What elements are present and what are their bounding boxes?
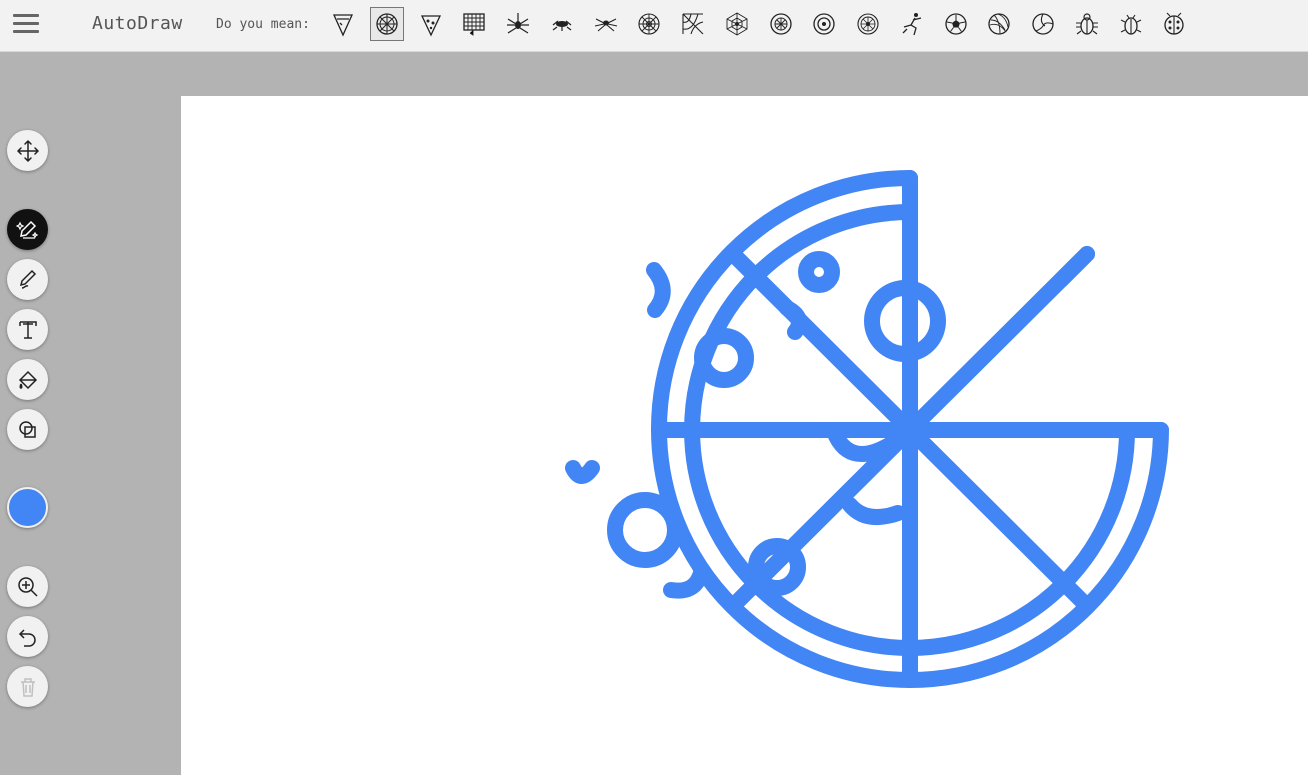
- bug-icon: [1076, 13, 1098, 35]
- spider-on-web-icon: [726, 12, 748, 36]
- suggestion-spider[interactable]: [501, 7, 535, 41]
- suggestion-yarn-ball[interactable]: [982, 7, 1016, 41]
- top-bar: AutoDraw Do you mean:: [0, 0, 1308, 52]
- pizza-icon: [376, 13, 398, 35]
- canvas-margin: [0, 52, 1308, 96]
- app-title: AutoDraw: [92, 13, 183, 34]
- autodraw-tool-button[interactable]: [7, 209, 48, 250]
- suggestion-spider-on-web[interactable]: [720, 7, 754, 41]
- zoom-in-icon: [17, 576, 38, 597]
- move-icon: [16, 139, 39, 162]
- draw-tool-button[interactable]: [7, 259, 48, 300]
- undo-button[interactable]: [7, 616, 48, 657]
- suggestion-ladybug[interactable]: [1157, 7, 1191, 41]
- delete-button[interactable]: [7, 666, 48, 707]
- trash-icon: [20, 677, 35, 697]
- suggestion-volleyball[interactable]: [1026, 7, 1060, 41]
- soccer-player-icon: [902, 13, 922, 36]
- autodraw-icon: [15, 220, 38, 239]
- shapes-icon: [18, 420, 36, 438]
- suggestion-rosette[interactable]: [807, 7, 841, 41]
- suggestion-wheel[interactable]: [764, 7, 798, 41]
- yarn-ball-icon: [988, 13, 1010, 35]
- suggestion-wagon-wheel[interactable]: [851, 7, 885, 41]
- suggestion-waffle-iron[interactable]: [457, 7, 491, 41]
- undo-icon: [18, 628, 36, 647]
- pizza-slice-toppings-icon: [420, 15, 442, 37]
- cobweb-corner-icon: [682, 13, 704, 35]
- suggestion-bug[interactable]: [1070, 7, 1104, 41]
- waffle-iron-icon: [463, 13, 485, 36]
- suggestions-label: Do you mean:: [216, 17, 310, 32]
- suggestion-pizza-slice[interactable]: [326, 7, 360, 41]
- fill-tool-button[interactable]: [7, 359, 48, 400]
- pencil-icon: [19, 269, 36, 289]
- suggestion-ant[interactable]: [545, 7, 579, 41]
- pizza-slice-icon: [332, 14, 354, 37]
- suggestion-spider-small[interactable]: [589, 7, 623, 41]
- type-tool-button[interactable]: [7, 309, 48, 350]
- fill-bucket-icon: [18, 370, 37, 389]
- wagon-wheel-icon: [857, 13, 879, 35]
- drawing-canvas[interactable]: [181, 96, 1308, 775]
- beetle-icon: [1120, 14, 1142, 35]
- hamburger-menu-icon[interactable]: [13, 14, 39, 36]
- suggestion-beetle[interactable]: [1114, 7, 1148, 41]
- suggestion-soccer-ball[interactable]: [939, 7, 973, 41]
- shape-tool-button[interactable]: [7, 409, 48, 450]
- spider-icon: [507, 13, 529, 34]
- spider-small-icon: [594, 18, 618, 32]
- ladybug-icon: [1164, 12, 1184, 35]
- volleyball-icon: [1032, 13, 1054, 35]
- text-icon: [18, 320, 37, 339]
- rosette-icon: [813, 13, 835, 35]
- wheel-icon: [770, 13, 792, 35]
- color-picker-button[interactable]: [7, 487, 48, 528]
- suggestion-pizza-slice-toppings[interactable]: [414, 7, 448, 41]
- suggestion-pizza[interactable]: [370, 7, 404, 41]
- suggestion-cobweb-corner[interactable]: [676, 7, 710, 41]
- zoom-tool-button[interactable]: [7, 566, 48, 607]
- suggestion-soccer-player[interactable]: [895, 7, 929, 41]
- move-tool-button[interactable]: [7, 130, 48, 171]
- spiderweb-icon: [638, 13, 660, 35]
- suggestion-spiderweb[interactable]: [632, 7, 666, 41]
- soccer-ball-icon: [945, 13, 967, 35]
- ant-icon: [552, 20, 572, 31]
